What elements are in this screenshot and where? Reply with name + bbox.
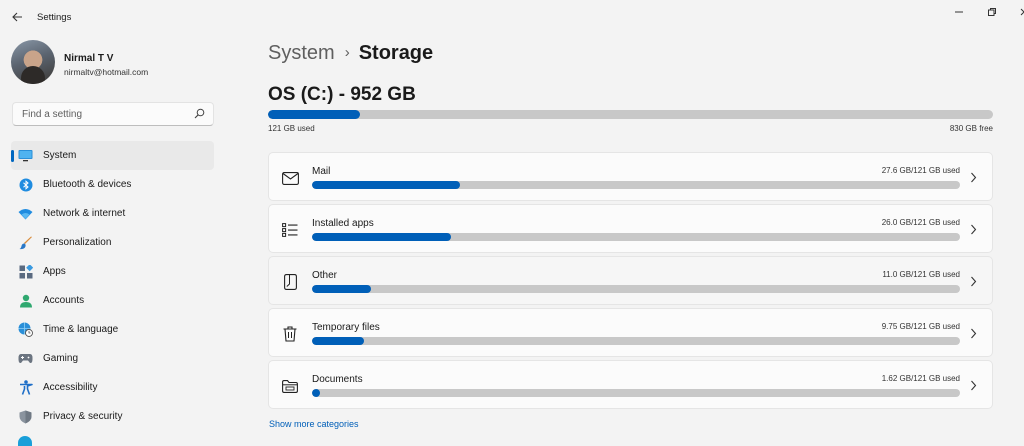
title-bar: Settings [0, 0, 1024, 34]
shield-icon [18, 409, 33, 424]
monitor-icon [18, 148, 33, 163]
list-icon [281, 221, 299, 239]
folder-icon [281, 377, 299, 395]
app-title: Settings [37, 12, 72, 23]
search-icon [194, 108, 205, 119]
arrow-left-icon [11, 12, 22, 22]
minimize-button[interactable] [951, 4, 967, 20]
category-card-documents[interactable]: Documents 1.62 GB/121 GB used [268, 360, 993, 409]
document-icon [281, 273, 299, 291]
category-usage: 11.0 GB/121 GB used [882, 270, 960, 279]
category-usage-bar [312, 389, 960, 397]
sidebar-item-label: Accounts [43, 295, 85, 306]
chevron-right-icon [968, 378, 978, 392]
drive-usage-bar [268, 110, 993, 119]
globe-clock-icon [18, 322, 33, 337]
sidebar-item-label: System [43, 150, 77, 161]
category-usage-fill [312, 285, 371, 293]
sidebar-item-network[interactable]: Network & internet [11, 199, 214, 228]
category-label: Mail [312, 166, 331, 177]
category-usage-fill [312, 337, 365, 345]
drive-free-label: 830 GB free [949, 124, 993, 133]
sidebar-item-label: Privacy & security [43, 411, 123, 422]
sidebar-nav: System Bluetooth & devices Network & int… [11, 141, 215, 431]
accessibility-icon [18, 380, 33, 395]
search-box[interactable] [12, 102, 214, 126]
chevron-right-icon [968, 326, 978, 340]
breadcrumb-parent[interactable]: System [268, 42, 335, 64]
category-card-installed-apps[interactable]: Installed apps 26.0 GB/121 GB used [268, 204, 993, 253]
sidebar-item-personalization[interactable]: Personalization [11, 228, 214, 257]
category-usage: 1.62 GB/121 GB used [881, 374, 960, 383]
sidebar-item-label: Personalization [43, 237, 112, 248]
storage-categories: Mail 27.6 GB/121 GB used Installed apps … [268, 152, 993, 412]
mail-icon [281, 169, 299, 187]
close-button[interactable] [1016, 4, 1024, 20]
category-label: Temporary files [312, 322, 380, 333]
drive-title: OS (C:) - 952 GB [268, 84, 416, 105]
profile-email: nirmaltv@hotmail.com [64, 67, 149, 77]
sidebar-item-privacy-security[interactable]: Privacy & security [11, 402, 214, 431]
category-usage: 26.0 GB/121 GB used [881, 218, 960, 227]
sidebar-item-accounts[interactable]: Accounts [11, 286, 214, 315]
apps-icon [18, 264, 33, 279]
avatar [11, 40, 55, 84]
category-label: Documents [312, 374, 363, 385]
gamepad-icon [18, 351, 33, 366]
sidebar-item-label: Accessibility [43, 382, 98, 393]
page-title: Storage [358, 42, 434, 64]
chevron-right-icon [968, 274, 978, 288]
chevron-right-icon [968, 222, 978, 236]
back-button[interactable] [8, 9, 26, 25]
breadcrumb: System › Storage [268, 42, 433, 70]
category-usage-fill [312, 181, 460, 189]
sidebar-item-system[interactable]: System [11, 141, 214, 170]
sidebar-item-label: Bluetooth & devices [43, 179, 132, 190]
sidebar-item-label: Gaming [43, 353, 79, 364]
drive-used-label: 121 GB used [268, 124, 315, 133]
category-label: Installed apps [312, 218, 374, 229]
close-icon [1020, 8, 1024, 16]
person-icon [18, 293, 33, 308]
category-card-mail[interactable]: Mail 27.6 GB/121 GB used [268, 152, 993, 201]
windows-update-icon [18, 436, 32, 446]
sidebar-item-bluetooth[interactable]: Bluetooth & devices [11, 170, 214, 199]
category-usage-bar [312, 285, 960, 293]
sidebar-item-label: Time & language [43, 324, 119, 335]
category-usage-bar [312, 181, 960, 189]
category-usage-fill [312, 233, 452, 241]
category-card-temporary-files[interactable]: Temporary files 9.75 GB/121 GB used [268, 308, 993, 357]
category-usage: 9.75 GB/121 GB used [881, 322, 960, 331]
profile-name: Nirmal T V [64, 53, 114, 64]
search-input[interactable] [20, 106, 190, 122]
category-usage-fill [312, 389, 321, 397]
restore-icon [988, 8, 996, 16]
category-label: Other [312, 270, 338, 281]
wifi-icon [18, 206, 33, 221]
minimize-icon [955, 11, 963, 13]
sidebar-item-label: Network & internet [43, 208, 126, 219]
show-more-categories-link[interactable]: Show more categories [269, 419, 359, 429]
restore-button[interactable] [984, 4, 1000, 20]
trash-icon [281, 325, 299, 343]
chevron-right-icon [968, 170, 978, 184]
category-usage: 27.6 GB/121 GB used [881, 166, 960, 175]
sidebar-item-label: Apps [43, 266, 66, 277]
category-card-other[interactable]: Other 11.0 GB/121 GB used [268, 256, 993, 305]
category-usage-bar [312, 337, 960, 345]
sidebar-item-apps[interactable]: Apps [11, 257, 214, 286]
category-usage-bar [312, 233, 960, 241]
sidebar-item-accessibility[interactable]: Accessibility [11, 373, 214, 402]
sidebar-item-time-language[interactable]: Time & language [11, 315, 214, 344]
sidebar-item-gaming[interactable]: Gaming [11, 344, 214, 373]
breadcrumb-separator: › [344, 44, 350, 61]
drive-usage-fill [268, 110, 361, 119]
bluetooth-icon [18, 177, 33, 192]
brush-icon [18, 235, 33, 250]
